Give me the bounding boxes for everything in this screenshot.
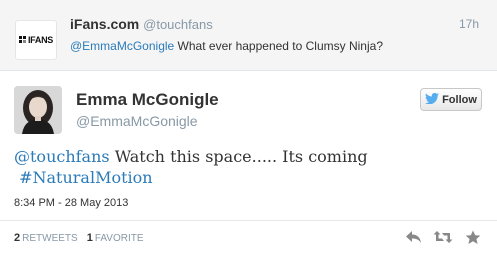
- ifans-logo-icon: IFANS: [18, 35, 53, 45]
- parent-author[interactable]: iFans.com @touchfans: [70, 16, 213, 32]
- tweet-timestamp[interactable]: 8:34 PM - 28 May 2013: [14, 197, 128, 209]
- parent-timestamp[interactable]: 17h: [459, 17, 479, 31]
- parent-tweet-text: @EmmaMcGonigle What ever happened to Clu…: [70, 39, 383, 53]
- parent-author-handle[interactable]: @touchfans: [143, 17, 213, 32]
- tweet-body: Watch this space..... Its coming: [109, 147, 368, 166]
- parent-author-name[interactable]: iFans.com: [70, 16, 139, 32]
- follow-button[interactable]: Follow: [420, 88, 482, 111]
- twitter-bird-icon: [425, 92, 440, 107]
- author-handle[interactable]: @EmmaMcGonigle: [76, 113, 198, 129]
- retweets-count: 2: [14, 232, 21, 244]
- reply-icon[interactable]: [403, 228, 423, 246]
- hashtag-link[interactable]: #NaturalMotion: [19, 168, 152, 187]
- follow-label: Follow: [442, 93, 477, 106]
- favorite-icon[interactable]: [463, 228, 483, 246]
- tweet-text: @touchfans Watch this space..... Its com…: [14, 146, 484, 188]
- author-name[interactable]: Emma McGonigle: [76, 90, 219, 110]
- favorites-stat[interactable]: 1 FAVORITE: [87, 232, 144, 244]
- favorites-label: FAVORITE: [94, 233, 144, 244]
- retweets-label: RETWEETS: [22, 233, 78, 244]
- tweet-stats: 2 RETWEETS 1 FAVORITE: [14, 232, 144, 244]
- parent-tweet[interactable]: IFANS iFans.com @touchfans 17h @EmmaMcGo…: [0, 0, 497, 71]
- parent-mention-link[interactable]: @EmmaMcGonigle: [70, 39, 174, 53]
- favorites-count: 1: [86, 232, 93, 244]
- retweets-stat[interactable]: 2 RETWEETS: [14, 232, 78, 244]
- parent-avatar[interactable]: IFANS: [15, 20, 57, 60]
- tweet-line-1: @touchfans Watch this space..... Its com…: [14, 146, 484, 167]
- parent-tweet-body: What ever happened to Clumsy Ninja?: [174, 39, 383, 53]
- profile-photo: [14, 86, 62, 134]
- tweet-actions: [403, 228, 483, 246]
- avatar[interactable]: [14, 86, 62, 134]
- retweet-icon[interactable]: [433, 228, 453, 246]
- divider: [0, 220, 497, 221]
- mention-link[interactable]: @touchfans: [14, 147, 110, 166]
- tweet-line-2: #NaturalMotion: [14, 167, 484, 188]
